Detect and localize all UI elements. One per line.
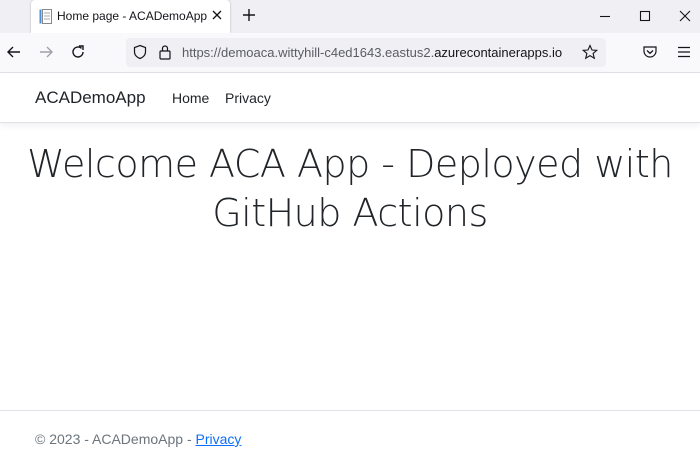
url-text: https://demoaca.wittyhill-c4ed1643.eastu… bbox=[182, 45, 562, 60]
brand-link[interactable]: ACADemoApp bbox=[35, 88, 146, 108]
page-headline: Welcome ACA App - Deployed with GitHub A… bbox=[27, 142, 673, 235]
footer-text: © 2023 - ACADemoApp - Privacy bbox=[35, 431, 241, 447]
new-tab-plus-icon[interactable] bbox=[240, 6, 258, 24]
address-bar[interactable]: https://demoaca.wittyhill-c4ed1643.eastu… bbox=[126, 38, 606, 67]
url-prefix: https://demoaca.wittyhill-c4ed1643.eastu… bbox=[182, 45, 435, 60]
tab-strip: Home page - ACADemoApp bbox=[0, 0, 700, 33]
footer-privacy-link[interactable]: Privacy bbox=[196, 431, 242, 447]
document-icon bbox=[39, 9, 52, 24]
url-domain: azurecontainerapps.io bbox=[434, 45, 563, 60]
forward-arrow-icon[interactable] bbox=[37, 43, 55, 61]
tab-close-icon[interactable] bbox=[210, 8, 224, 22]
tab-title: Home page - ACADemoApp bbox=[57, 9, 208, 23]
site-header: ACADemoApp Home Privacy bbox=[0, 73, 700, 123]
pocket-icon[interactable] bbox=[641, 43, 659, 61]
nav-link-home[interactable]: Home bbox=[172, 90, 209, 106]
footer-copyright: © 2023 - ACADemoApp - bbox=[35, 431, 196, 447]
navigation-toolbar: https://demoaca.wittyhill-c4ed1643.eastu… bbox=[0, 33, 700, 73]
lock-icon[interactable] bbox=[158, 44, 172, 60]
back-arrow-icon[interactable] bbox=[5, 43, 23, 61]
menu-hamburger-icon[interactable] bbox=[675, 43, 693, 61]
reload-icon[interactable] bbox=[69, 43, 87, 61]
tab-home-page[interactable]: Home page - ACADemoApp bbox=[31, 0, 230, 33]
site-footer: © 2023 - ACADemoApp - Privacy bbox=[0, 410, 700, 458]
browser-window: Home page - ACADemoApp https://demoaca.w… bbox=[0, 0, 700, 458]
tracking-shield-icon[interactable] bbox=[132, 44, 148, 60]
close-window-icon[interactable] bbox=[662, 0, 700, 32]
nav-link-privacy[interactable]: Privacy bbox=[225, 90, 271, 106]
bookmark-star-icon[interactable] bbox=[581, 44, 599, 60]
